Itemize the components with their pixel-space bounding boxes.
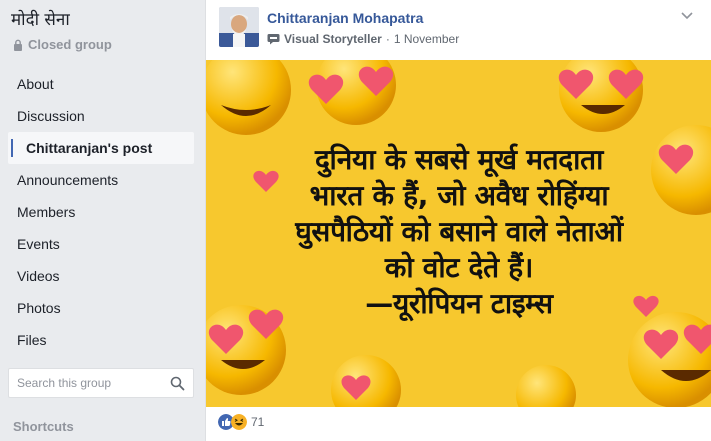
post-quote: दुनिया के सबसे मूर्ख मतदाता भारत के हैं,… (226, 142, 692, 322)
quote-line: को वोट देते हैं। (384, 251, 534, 284)
post-meta: Visual Storyteller · 1 November (267, 32, 459, 46)
group-title[interactable]: मोदी सेना (11, 7, 70, 30)
sidebar-item-announcements[interactable]: Announcements (8, 164, 194, 196)
quote-line: —यूरोपियन टाइम्स (365, 287, 553, 320)
sidebar-item-videos[interactable]: Videos (8, 260, 194, 292)
sidebar-item-members[interactable]: Members (8, 196, 194, 228)
meta-separator: · (385, 32, 390, 46)
quote-line: घुसपैठियों को बसाने वाले नेताओं (295, 215, 623, 248)
group-search (8, 368, 194, 398)
lock-icon (14, 39, 22, 51)
sidebar-item-post[interactable]: Chittaranjan's post (8, 132, 194, 164)
shortcuts-heading: Shortcuts (13, 419, 74, 434)
sidebar-item-about[interactable]: About (8, 68, 194, 100)
quote-line: दुनिया के सबसे मूर्ख मतदाता (314, 143, 604, 176)
reaction-count[interactable]: 71 (251, 415, 264, 429)
post-date[interactable]: 1 November (394, 32, 459, 46)
chevron-down-icon[interactable] (680, 8, 694, 22)
avatar[interactable] (219, 7, 259, 47)
search-icon[interactable] (170, 376, 185, 391)
group-privacy: Closed group (13, 37, 112, 52)
sidebar-item-files[interactable]: Files (8, 324, 194, 356)
post-header: Chittaranjan Mohapatra Visual Storytelle… (206, 0, 711, 60)
sidebar-item-photos[interactable]: Photos (8, 292, 194, 324)
group-nav: About Discussion Chittaranjan's post Ann… (8, 68, 194, 356)
badge-icon (267, 34, 280, 45)
group-privacy-label: Closed group (28, 37, 112, 52)
group-sidebar: मोदी सेना Closed group About Discussion … (0, 0, 205, 441)
author-badge[interactable]: Visual Storyteller (284, 32, 382, 46)
avatar-image (219, 7, 259, 47)
sidebar-item-events[interactable]: Events (8, 228, 194, 260)
post-card: Chittaranjan Mohapatra Visual Storytelle… (205, 0, 711, 441)
post-author[interactable]: Chittaranjan Mohapatra (267, 10, 423, 26)
post-image[interactable]: दुनिया के सबसे मूर्ख मतदाता भारत के हैं,… (206, 60, 711, 407)
reactions-bar[interactable]: 71 (218, 414, 264, 430)
sidebar-item-discussion[interactable]: Discussion (8, 100, 194, 132)
search-input[interactable] (17, 376, 167, 390)
quote-line: भारत के हैं, जो अवैध रोहिंग्या (309, 179, 609, 212)
haha-icon (231, 414, 247, 430)
